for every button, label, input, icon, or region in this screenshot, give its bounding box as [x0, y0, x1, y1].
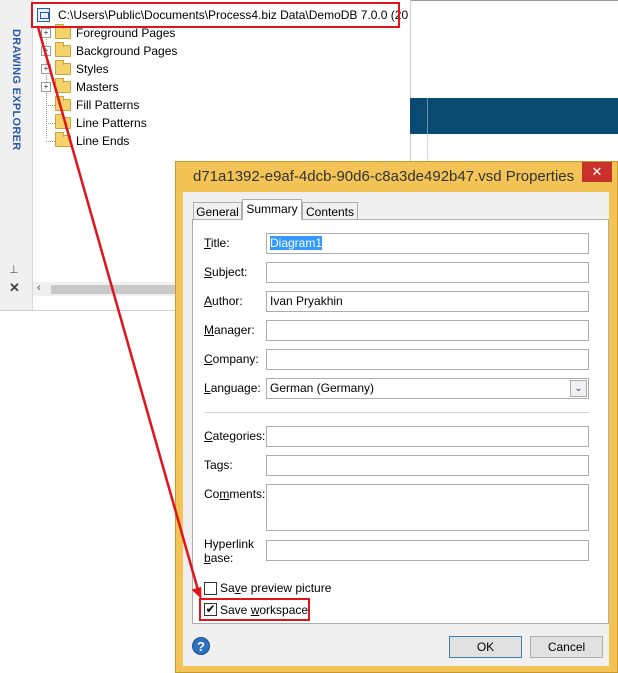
folder-icon: [55, 114, 71, 129]
folder-icon: [55, 78, 71, 93]
expand-icon[interactable]: +: [41, 64, 51, 74]
company-field[interactable]: [266, 349, 589, 370]
tab-contents[interactable]: Contents: [302, 202, 358, 220]
pin-icon[interactable]: ⊥: [9, 263, 19, 276]
expand-icon[interactable]: +: [41, 46, 51, 56]
hyperlink-base-label: Hyperlink base:: [204, 537, 255, 565]
folder-icon: [55, 60, 71, 75]
tree-item-label: Line Patterns: [76, 116, 147, 130]
divider: [427, 134, 428, 164]
drawing-explorer-title: DRAWING EXPLORER: [2, 29, 30, 151]
tree-item-background-pages[interactable]: + Background Pages: [41, 42, 177, 60]
annotation-highlight-box: [31, 2, 400, 28]
language-value: German (Germany): [270, 381, 375, 395]
folder-icon: [55, 24, 71, 39]
help-icon[interactable]: ?: [192, 637, 210, 655]
company-label: Company:: [204, 352, 259, 366]
cancel-button[interactable]: Cancel: [530, 636, 603, 658]
tree-item-label: Background Pages: [76, 44, 178, 58]
tree-item-line-patterns[interactable]: Line Patterns: [55, 114, 147, 132]
tree-item-label: Fill Patterns: [76, 98, 140, 112]
tree-item-fill-patterns[interactable]: Fill Patterns: [55, 96, 139, 114]
close-button[interactable]: ✕: [582, 162, 612, 182]
manager-field[interactable]: [266, 320, 589, 341]
tree-item-styles[interactable]: + Styles: [41, 60, 109, 78]
dialog-title: d71a1392-e9af-4dcb-90d6-c8a3de492b47.vsd…: [193, 168, 575, 185]
folder-icon: [55, 42, 71, 57]
tree-item-masters[interactable]: + Masters: [41, 78, 119, 96]
tags-field[interactable]: [266, 455, 589, 476]
canvas-shape-band: [410, 98, 618, 134]
title-label: Title:: [204, 236, 230, 250]
tab-general[interactable]: General: [193, 202, 242, 220]
tab-summary[interactable]: Summary: [242, 199, 302, 220]
title-value: Diagram1: [270, 236, 323, 250]
close-icon[interactable]: ✕: [9, 280, 20, 296]
annotation-highlight-box: [199, 598, 310, 621]
chevron-down-icon[interactable]: ⌄: [570, 380, 587, 397]
ok-button[interactable]: OK: [449, 636, 522, 658]
tags-label: Tags:: [204, 458, 233, 472]
divider: [427, 98, 428, 134]
save-preview-checkbox[interactable]: [204, 582, 217, 595]
expand-icon[interactable]: +: [41, 28, 51, 38]
divider: [204, 412, 589, 413]
hyperlink-base-field[interactable]: [266, 540, 589, 561]
save-preview-label[interactable]: Save preview picture: [220, 581, 331, 595]
tree-item-label: Foreground Pages: [76, 26, 176, 40]
folder-icon: [55, 96, 71, 111]
subject-label: Subject:: [204, 265, 248, 279]
divider: [410, 0, 618, 1]
language-label: Language:: [204, 381, 261, 395]
manager-label: Manager:: [204, 323, 255, 337]
folder-icon: [55, 132, 71, 147]
language-select[interactable]: German (Germany): [266, 378, 589, 399]
title-field[interactable]: Diagram1: [266, 233, 589, 254]
author-field[interactable]: Ivan Pryakhin: [266, 291, 589, 312]
tree-item-line-ends[interactable]: Line Ends: [55, 132, 129, 150]
tree-item-label: Masters: [76, 80, 119, 94]
subject-field[interactable]: [266, 262, 589, 283]
tree-item-label: Styles: [76, 62, 109, 76]
scroll-left-icon[interactable]: ‹: [37, 282, 41, 294]
categories-label: Categories:: [204, 429, 266, 443]
comments-field[interactable]: [266, 484, 589, 531]
expand-icon[interactable]: +: [41, 82, 51, 92]
drawing-explorer-title-text: DRAWING EXPLORER: [10, 29, 22, 151]
comments-label: Comments:: [204, 487, 266, 501]
author-label: Author:: [204, 294, 243, 308]
tree-item-label: Line Ends: [76, 134, 130, 148]
categories-field[interactable]: [266, 426, 589, 447]
